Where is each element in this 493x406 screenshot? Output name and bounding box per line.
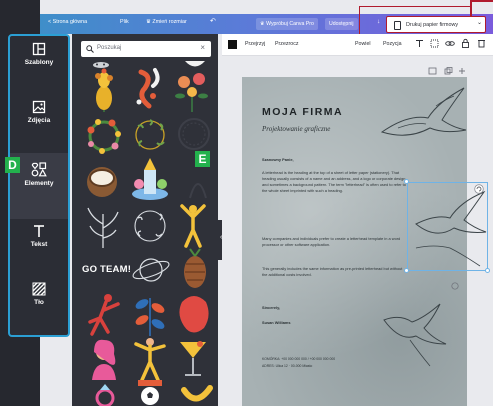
letter-paragraph-2[interactable]: Many companies and individuals prefer to… (262, 236, 408, 248)
transparent-button[interactable]: Przejrzyj (245, 41, 265, 47)
sticker-cheering-figure[interactable] (176, 202, 210, 248)
callout-line (470, 0, 472, 16)
sticker-leaf-branch[interactable] (130, 290, 170, 336)
sticker-plant-sketch[interactable] (82, 204, 124, 248)
sticker-go-team-text[interactable]: GO TEAM! (82, 264, 131, 275)
resize-handle[interactable] (404, 268, 409, 273)
sticker-floral-bunch[interactable] (172, 66, 212, 112)
document-icon (394, 20, 401, 30)
filter-icon[interactable] (415, 39, 424, 48)
photos-icon (32, 100, 46, 114)
search-input[interactable]: Poszukaj × (81, 41, 211, 57)
sticker-flowers-vase[interactable] (90, 68, 118, 112)
sidebar-item-background[interactable]: Tło (10, 282, 68, 306)
lock-icon[interactable] (461, 38, 470, 48)
try-pro-button[interactable]: ♛ Wypróbuj Canva Pro (256, 18, 318, 30)
callout-line (359, 6, 361, 37)
move-icon[interactable] (451, 282, 459, 290)
sticker-leaf-wreath[interactable] (130, 116, 170, 154)
sticker-flower-wreath[interactable] (82, 116, 126, 156)
sticker-ring[interactable] (88, 382, 122, 406)
resize-handle[interactable] (404, 179, 409, 184)
copy-icon[interactable] (430, 39, 439, 48)
home-link[interactable]: < Strona główna (48, 19, 87, 25)
sidebar-item-templates[interactable]: Szablony (10, 42, 68, 66)
sidebar-item-photos[interactable]: Zdjęcia (10, 100, 68, 124)
letter-signature[interactable]: Susan Williams (262, 320, 408, 326)
canva-editor: { "topbar": { "home": "< Strona główna",… (0, 0, 493, 406)
duplicate-page-icon[interactable] (444, 67, 453, 75)
sticker-dark-shape[interactable] (186, 170, 210, 200)
sticker-line-wreath[interactable] (130, 204, 170, 248)
swallow-illustration-top[interactable] (378, 84, 468, 144)
print-button-label: Drukuj papier firmowy (406, 21, 459, 28)
sticker-bananas[interactable] (180, 380, 214, 406)
sticker-fantasy-castle[interactable] (129, 156, 171, 202)
callout-label-e: E (195, 151, 210, 167)
company-name[interactable]: MOJA FIRMA (262, 106, 343, 118)
position-button[interactable]: Pozycja (383, 41, 402, 47)
link-icon[interactable] (445, 39, 455, 48)
letter-paragraph-3[interactable]: This generally includes the same informa… (262, 266, 408, 278)
clear-search-icon[interactable]: × (200, 43, 205, 52)
company-subtitle[interactable]: Projektowanie graficzne (262, 125, 330, 133)
sticker-planet[interactable] (130, 250, 172, 290)
sticker-dancer-red[interactable] (84, 292, 124, 336)
background-icon (32, 282, 46, 296)
sidebar-item-label: Zdjęcia (27, 117, 51, 124)
sticker-soccer-badge[interactable] (134, 378, 166, 406)
file-menu[interactable]: Plik (120, 19, 129, 25)
resize-handle[interactable] (485, 268, 490, 273)
sidebar-item-label: Elementy (24, 180, 54, 187)
trash-icon[interactable] (477, 38, 486, 48)
chevron-down-icon: ⌄ (477, 20, 483, 26)
sticker-dancer-blue[interactable] (130, 336, 170, 382)
duplicate-button[interactable]: Powiel (355, 41, 371, 47)
letter-greeting[interactable]: Szanowny Panie, (262, 157, 408, 163)
add-page-icon[interactable] (458, 67, 466, 75)
sidebar-item-label: Tekst (30, 241, 48, 248)
share-button[interactable]: Udostępnij (325, 18, 358, 30)
callout-line (359, 6, 471, 8)
print-letterhead-button[interactable]: Drukuj papier firmowy ⌄ (386, 16, 486, 33)
text-icon (34, 225, 44, 237)
search-icon (86, 45, 94, 53)
sidebar-item-label: Szablony (24, 59, 54, 66)
letter-footer-address[interactable]: ADRES: Ulica 12 · 00-000 Miasto (262, 363, 408, 369)
sticker-red-blob[interactable] (176, 292, 212, 336)
undo-icon[interactable]: ↶ (210, 17, 216, 25)
sidebar-item-label: Tło (34, 299, 44, 306)
sticker-cocktail[interactable] (176, 338, 210, 378)
letter-footer-phone[interactable]: KOMÓRKA: +00 000 000 000 / +00 000 000 0… (262, 356, 408, 362)
search-placeholder: Poszukaj (97, 45, 122, 51)
rotate-icon[interactable] (474, 184, 484, 194)
selection-box[interactable] (407, 182, 488, 271)
sticker-koi-fish[interactable] (131, 66, 165, 112)
letter-paragraph-1[interactable]: A letterhead is the heading at the top o… (262, 170, 408, 194)
color-swatch[interactable] (228, 40, 237, 49)
sticker-dark-ring[interactable] (174, 114, 214, 154)
sidebar-item-text[interactable]: Tekst (10, 224, 68, 248)
callout-line (470, 0, 493, 2)
download-icon[interactable]: ↓ (377, 18, 380, 25)
callout-label-d: D (5, 157, 20, 173)
letter-closing[interactable]: Sincerely, (262, 305, 408, 311)
sidebar-rail: Szablony Zdjęcia Elementy Tekst Tło (8, 34, 70, 337)
resize-button[interactable]: ♛ Zmień rozmiar (146, 19, 187, 25)
templates-icon (32, 42, 46, 56)
sticker-woman-portrait[interactable] (84, 338, 124, 380)
sticker-coconut[interactable] (82, 160, 122, 200)
transparency-button[interactable]: Przezrocz (275, 41, 299, 47)
notes-icon[interactable] (428, 67, 437, 75)
sticker-pinecone[interactable] (178, 248, 212, 290)
elements-icon (31, 162, 47, 177)
